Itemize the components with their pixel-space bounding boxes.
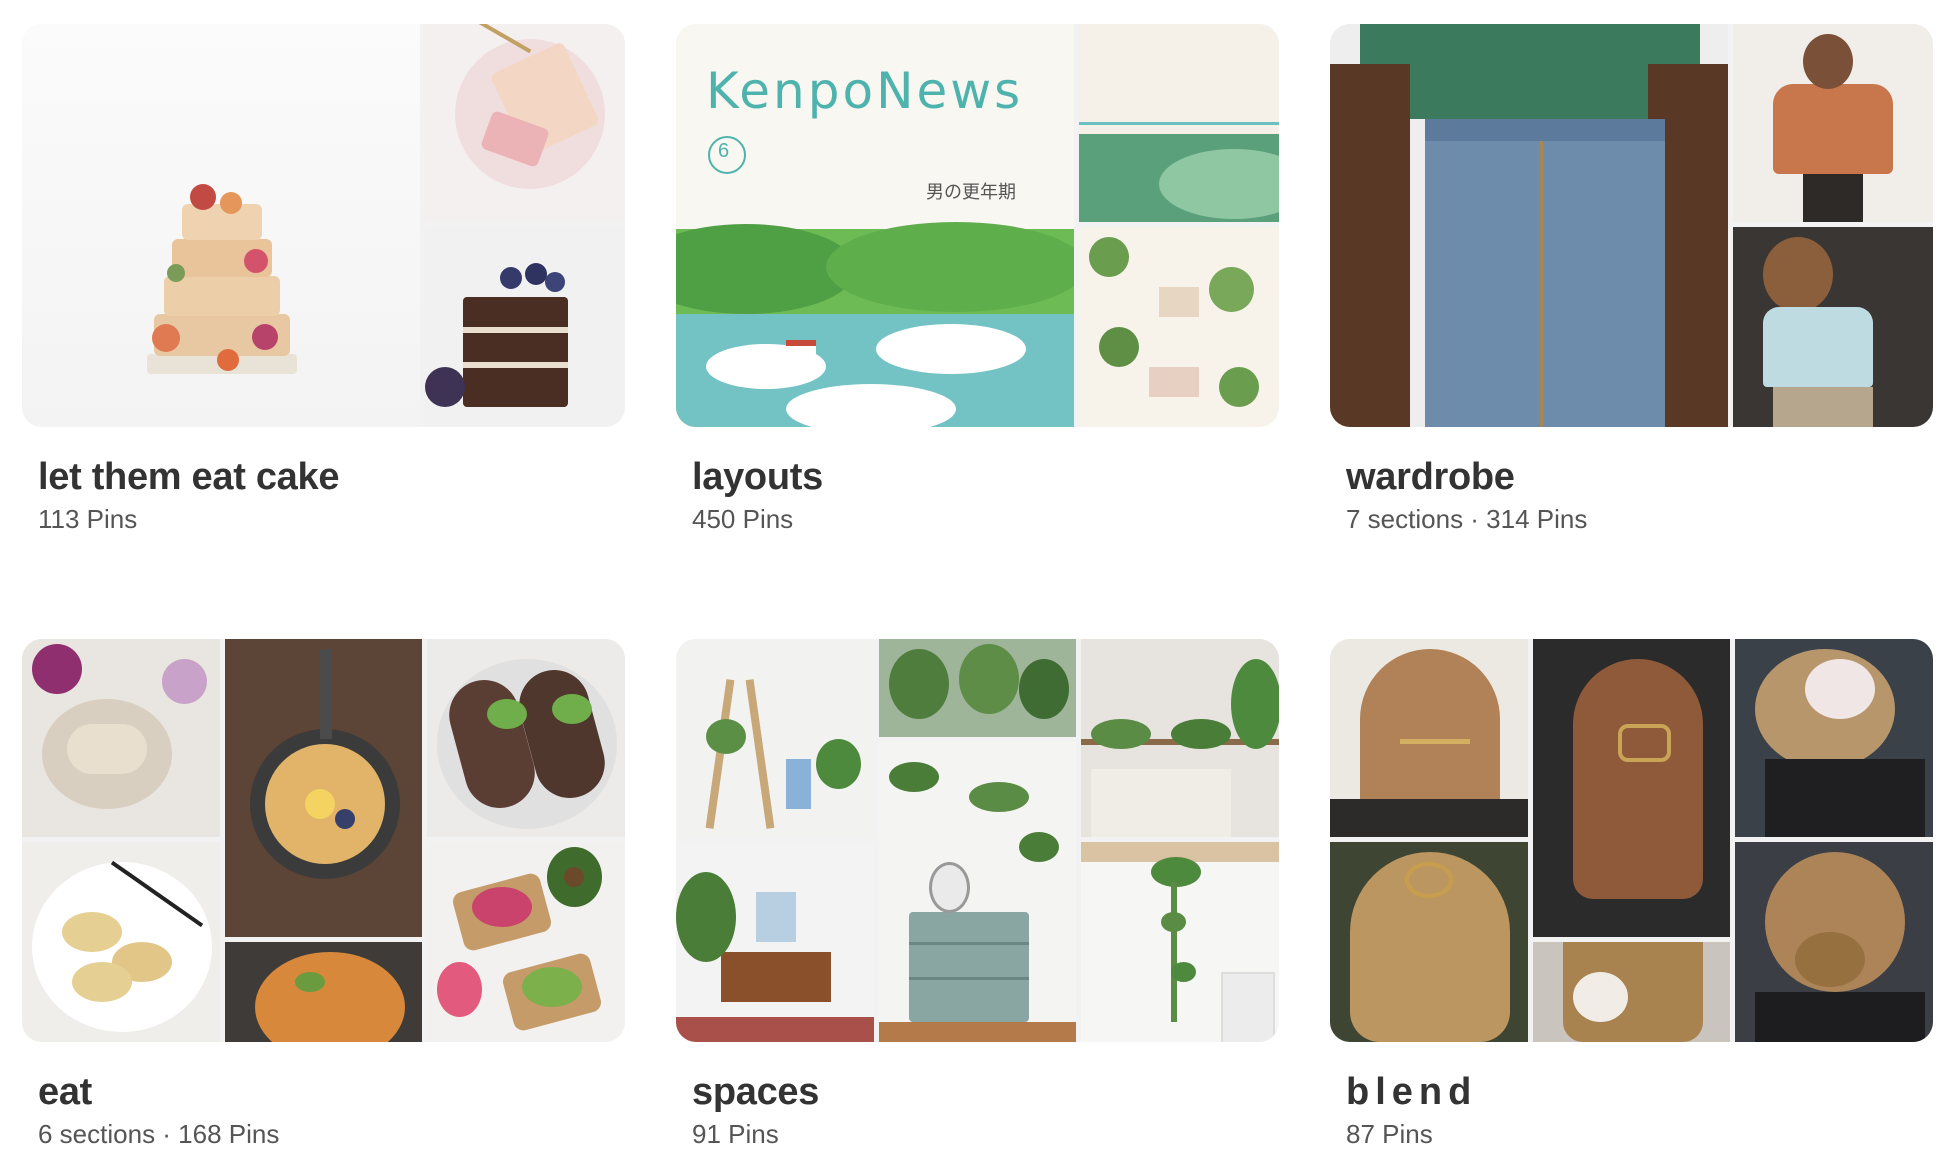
silk-scarf-bun-image — [1735, 639, 1933, 837]
board-title[interactable]: wardrobe — [1346, 455, 1933, 499]
board-card-blend[interactable]: blend 87 Pins — [1330, 639, 1933, 1150]
low-bun-image — [1735, 842, 1933, 1042]
eggplant-image — [427, 639, 625, 837]
cake-slice-image — [425, 24, 625, 222]
board-pin-count: 87 Pins — [1346, 1119, 1433, 1149]
board-card-eat[interactable]: eat 6 sections · 168 Pins — [22, 639, 625, 1150]
board-card-wardrobe[interactable]: wardrobe 7 sections · 314 Pins — [1330, 24, 1933, 535]
board-pin-count: 450 Pins — [692, 504, 794, 534]
bedroom-plants-image — [1081, 639, 1279, 837]
kenpo-news-poster-image: KenpoNews 6 男の更年期 — [676, 24, 1074, 427]
wavy-hair-image — [1330, 842, 1528, 1042]
landscape-illustration-image — [1079, 24, 1279, 222]
greenhouse-image — [879, 639, 1076, 737]
blue-tee-image — [1733, 227, 1933, 427]
poster-headline: 男の更年期 — [926, 182, 1016, 203]
pasta-image — [225, 942, 422, 1042]
board-title[interactable]: blend — [1346, 1070, 1933, 1114]
pancakes-image — [22, 639, 220, 837]
board-section-pin-count: 6 sections · 168 Pins — [38, 1119, 280, 1149]
hair-barrette-image — [1533, 639, 1730, 937]
board-card-layouts[interactable]: KenpoNews 6 男の更年期 layouts 450 Pins — [676, 24, 1279, 535]
board-cover[interactable]: KenpoNews 6 男の更年期 — [676, 24, 1279, 427]
poster-number: 6 — [718, 140, 730, 162]
board-card-spaces[interactable]: spaces 91 Pins — [676, 639, 1279, 1150]
orange-jacket-image — [1733, 24, 1933, 222]
board-title[interactable]: eat — [38, 1070, 625, 1114]
chocolate-cake-image — [425, 227, 625, 427]
dutch-baby-image — [225, 639, 422, 937]
board-cover[interactable] — [1330, 24, 1933, 427]
board-cover[interactable] — [676, 639, 1279, 1042]
hanging-pothos-image — [1081, 842, 1279, 1042]
board-cover[interactable] — [22, 639, 625, 1042]
denim-skirt-image — [1330, 24, 1728, 427]
poster-title: KenpoNews — [706, 62, 1024, 120]
board-card-let-them-eat-cake[interactable]: let them eat cake 113 Pins — [22, 24, 625, 535]
board-section-pin-count: 7 sections · 314 Pins — [1346, 504, 1588, 534]
plant-ladder-image — [676, 639, 874, 837]
avocado-toast-image — [427, 842, 625, 1042]
dresser-plants-image — [879, 742, 1076, 1042]
board-title[interactable]: spaces — [692, 1070, 1279, 1114]
board-cover[interactable] — [22, 24, 625, 427]
market-illustration-image — [1079, 227, 1279, 427]
board-cover[interactable] — [1330, 639, 1933, 1042]
cake-image — [22, 24, 420, 427]
scrunchie-image — [1533, 942, 1730, 1042]
board-pin-count: 113 Pins — [38, 504, 138, 534]
dumplings-image — [22, 842, 220, 1042]
hair-clip-image — [1330, 639, 1528, 837]
board-title[interactable]: let them eat cake — [38, 455, 625, 499]
board-title[interactable]: layouts — [692, 455, 1279, 499]
board-pin-count: 91 Pins — [692, 1119, 779, 1149]
credenza-image — [676, 842, 874, 1042]
